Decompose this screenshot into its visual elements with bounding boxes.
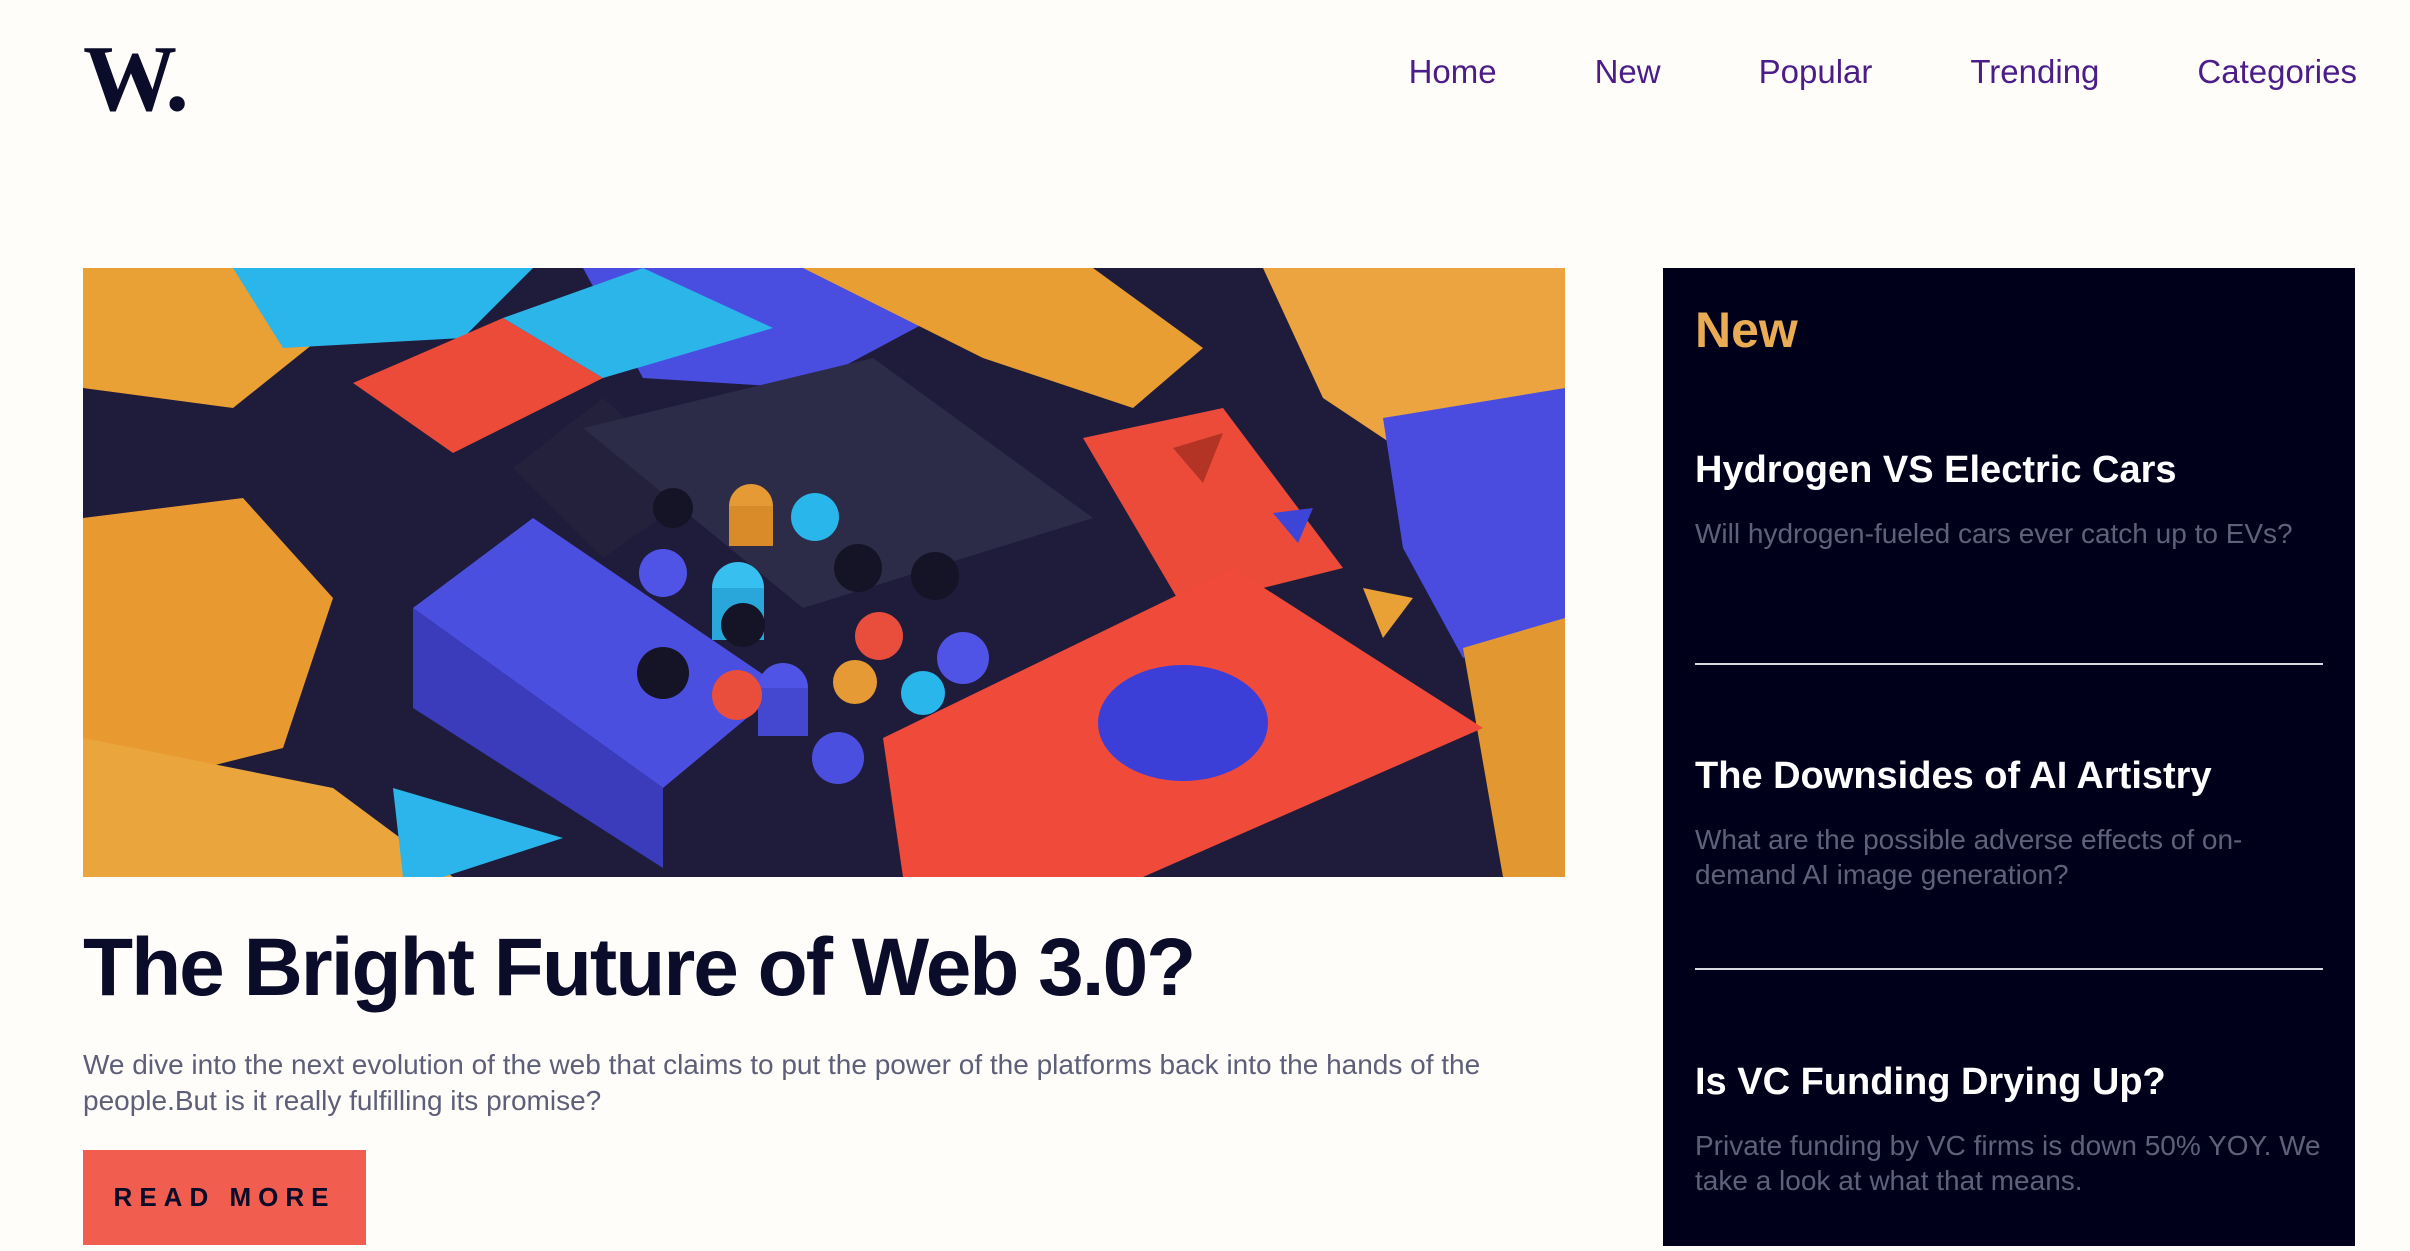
abstract-3d-blocks-image — [83, 268, 1565, 877]
main-nav: Home New Popular Trending Categories — [1409, 48, 2357, 96]
news-item-description: Private funding by VC firms is down 50% … — [1695, 1130, 2321, 1196]
news-item: Hydrogen VS Electric Cars Will hydrogen-… — [1695, 446, 2323, 551]
article-headline[interactable]: The Bright Future of Web 3.0? — [83, 918, 1196, 1018]
divider — [1695, 663, 2323, 665]
news-item-description: What are the possible adverse effects of… — [1695, 824, 2243, 890]
nav-popular[interactable]: Popular — [1759, 48, 1873, 96]
divider — [1695, 968, 2323, 970]
sidebar-title: New — [1695, 302, 1798, 358]
new-articles-sidebar: New Hydrogen VS Electric Cars Will hydro… — [1663, 268, 2355, 1246]
nav-trending[interactable]: Trending — [1970, 48, 2099, 96]
nav-new[interactable]: New — [1595, 48, 1661, 96]
news-item-title[interactable]: Is VC Funding Drying Up? — [1695, 1058, 2323, 1106]
hero-image — [83, 268, 1565, 877]
news-item-title[interactable]: The Downsides of AI Artistry — [1695, 752, 2323, 800]
news-item-description: Will hydrogen-fueled cars ever catch up … — [1695, 518, 2293, 549]
nav-categories[interactable]: Categories — [2197, 48, 2357, 96]
news-item: The Downsides of AI Artistry What are th… — [1695, 752, 2323, 892]
nav-home[interactable]: Home — [1409, 48, 1497, 96]
news-item: Is VC Funding Drying Up? Private funding… — [1695, 1058, 2323, 1198]
article-summary: We dive into the next evolution of the w… — [83, 1049, 1481, 1116]
site-logo[interactable]: W. — [83, 32, 189, 126]
news-item-title[interactable]: Hydrogen VS Electric Cars — [1695, 446, 2323, 494]
read-more-button[interactable]: READ MORE — [83, 1150, 366, 1245]
